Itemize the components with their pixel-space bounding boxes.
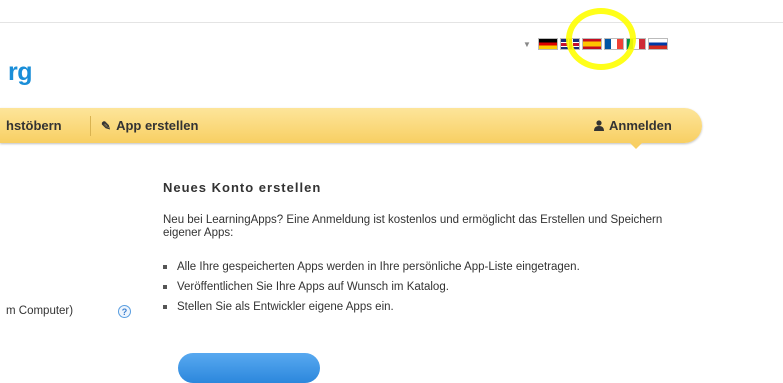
list-item: Veröffentlichen Sie Ihre Apps auf Wunsch… (163, 280, 580, 300)
benefit-list: Alle Ihre gespeicherten Apps werden in I… (163, 260, 580, 320)
nav-login[interactable]: Anmelden (594, 108, 672, 143)
flag-de-icon[interactable] (538, 38, 558, 50)
list-item: Alle Ihre gespeicherten Apps werden in I… (163, 260, 580, 280)
main-nav: hstöbern ✎ App erstellen Anmelden (0, 108, 702, 149)
triangle-down-icon[interactable]: ▼ (522, 40, 532, 49)
top-divider (0, 22, 783, 23)
nav-browse[interactable]: hstöbern (6, 108, 62, 143)
site-logo[interactable]: rg (8, 58, 33, 87)
nav-active-caret (630, 143, 642, 149)
user-icon (594, 109, 604, 144)
list-item: Stellen Sie als Entwickler eigene Apps e… (163, 300, 580, 320)
signup-button[interactable] (178, 353, 320, 383)
panel-title: Neues Konto erstellen (163, 180, 322, 195)
nav-login-label: Anmelden (609, 118, 672, 133)
help-icon[interactable]: ? (118, 305, 131, 318)
nav-create-app[interactable]: ✎ App erstellen (101, 108, 198, 143)
panel-intro: Neu bei LearningApps? Eine Anmeldung ist… (163, 214, 663, 239)
nav-create-label: App erstellen (116, 118, 199, 133)
nav-divider (90, 116, 91, 136)
remember-computer-label: m Computer) (6, 305, 74, 317)
annotation-circle (566, 8, 636, 70)
flag-ru-icon[interactable] (648, 38, 668, 50)
pencil-icon: ✎ (101, 119, 112, 133)
